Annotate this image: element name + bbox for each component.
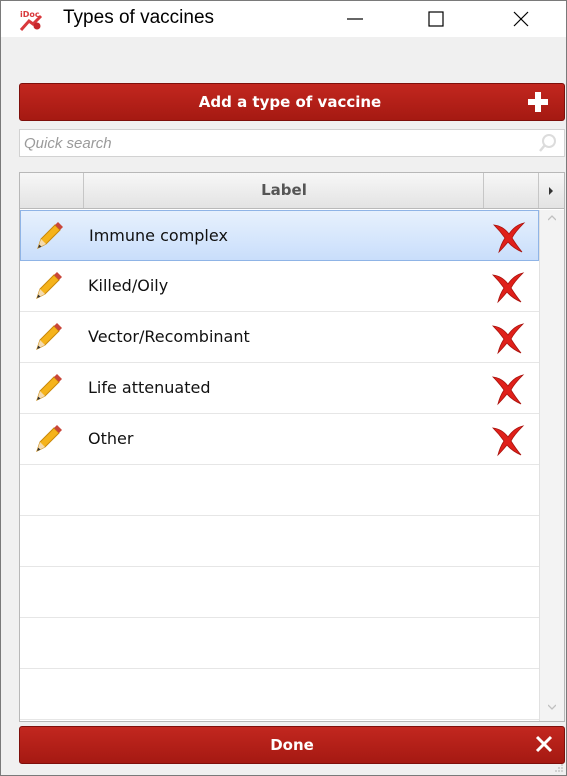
done-button[interactable]: Done bbox=[19, 726, 565, 764]
maximize-button[interactable] bbox=[413, 1, 459, 37]
chevron-down-icon bbox=[547, 704, 557, 710]
table-row[interactable]: Life attenuated bbox=[20, 363, 539, 414]
minimize-button[interactable] bbox=[332, 1, 378, 37]
plus-icon bbox=[528, 92, 548, 112]
row-label: Immune complex bbox=[89, 226, 228, 245]
delete-icon[interactable] bbox=[490, 270, 526, 304]
row-label: Vector/Recombinant bbox=[88, 327, 250, 346]
header-edit-column bbox=[20, 173, 84, 208]
vertical-scrollbar[interactable] bbox=[539, 210, 564, 721]
window-title: Types of vaccines bbox=[63, 7, 215, 28]
close-icon bbox=[513, 11, 529, 27]
delete-icon[interactable] bbox=[490, 372, 526, 406]
row-label: Other bbox=[88, 429, 134, 448]
idoc-app-icon: iDoc bbox=[19, 10, 43, 31]
row-label: Killed/Oily bbox=[88, 276, 169, 295]
table-row[interactable]: Killed/Oily bbox=[20, 261, 539, 312]
pencil-icon[interactable] bbox=[32, 270, 64, 302]
row-label: Life attenuated bbox=[88, 378, 211, 397]
search-icon[interactable] bbox=[538, 133, 558, 153]
table-row[interactable]: Immune complex bbox=[20, 210, 539, 261]
scroll-up-button[interactable] bbox=[540, 214, 564, 228]
add-vaccine-type-button[interactable]: Add a type of vaccine bbox=[19, 83, 565, 121]
header-label: Label bbox=[261, 181, 307, 199]
empty-row bbox=[20, 465, 539, 516]
header-delete-column bbox=[484, 173, 539, 208]
quick-search-box[interactable] bbox=[19, 129, 565, 157]
empty-row bbox=[20, 618, 539, 669]
add-button-label: Add a type of vaccine bbox=[198, 93, 382, 111]
empty-row bbox=[20, 567, 539, 618]
pencil-icon[interactable] bbox=[32, 423, 64, 455]
triangle-right-icon bbox=[549, 186, 553, 195]
close-button[interactable] bbox=[498, 1, 544, 37]
pencil-icon[interactable] bbox=[33, 220, 65, 252]
chevron-up-icon bbox=[547, 215, 557, 221]
delete-icon[interactable] bbox=[491, 220, 527, 254]
vaccine-types-table: Label Immune complex Killed/Oily Vector/… bbox=[19, 172, 565, 722]
empty-row bbox=[20, 669, 539, 720]
title-bar[interactable]: iDoc Types of vaccines bbox=[1, 1, 566, 37]
minimize-icon bbox=[347, 18, 363, 20]
dialog-window: iDoc Types of vaccines Add a type of vac… bbox=[0, 0, 567, 776]
pencil-icon[interactable] bbox=[32, 372, 64, 404]
table-row[interactable]: Other bbox=[20, 414, 539, 465]
empty-row bbox=[20, 516, 539, 567]
resize-grip-icon[interactable] bbox=[554, 763, 564, 773]
table-header: Label bbox=[20, 173, 564, 209]
delete-icon[interactable] bbox=[490, 423, 526, 457]
svg-text:iDoc: iDoc bbox=[20, 10, 40, 19]
close-x-icon bbox=[535, 735, 553, 753]
delete-icon[interactable] bbox=[490, 321, 526, 355]
table-row[interactable]: Vector/Recombinant bbox=[20, 312, 539, 363]
done-button-label: Done bbox=[270, 736, 314, 754]
pencil-icon[interactable] bbox=[32, 321, 64, 353]
table-body: Immune complex Killed/Oily Vector/Recomb… bbox=[20, 210, 539, 721]
column-menu-button[interactable] bbox=[538, 173, 564, 208]
quick-search-input[interactable] bbox=[24, 133, 524, 153]
scroll-down-button[interactable] bbox=[540, 703, 564, 717]
maximize-icon bbox=[428, 11, 444, 27]
